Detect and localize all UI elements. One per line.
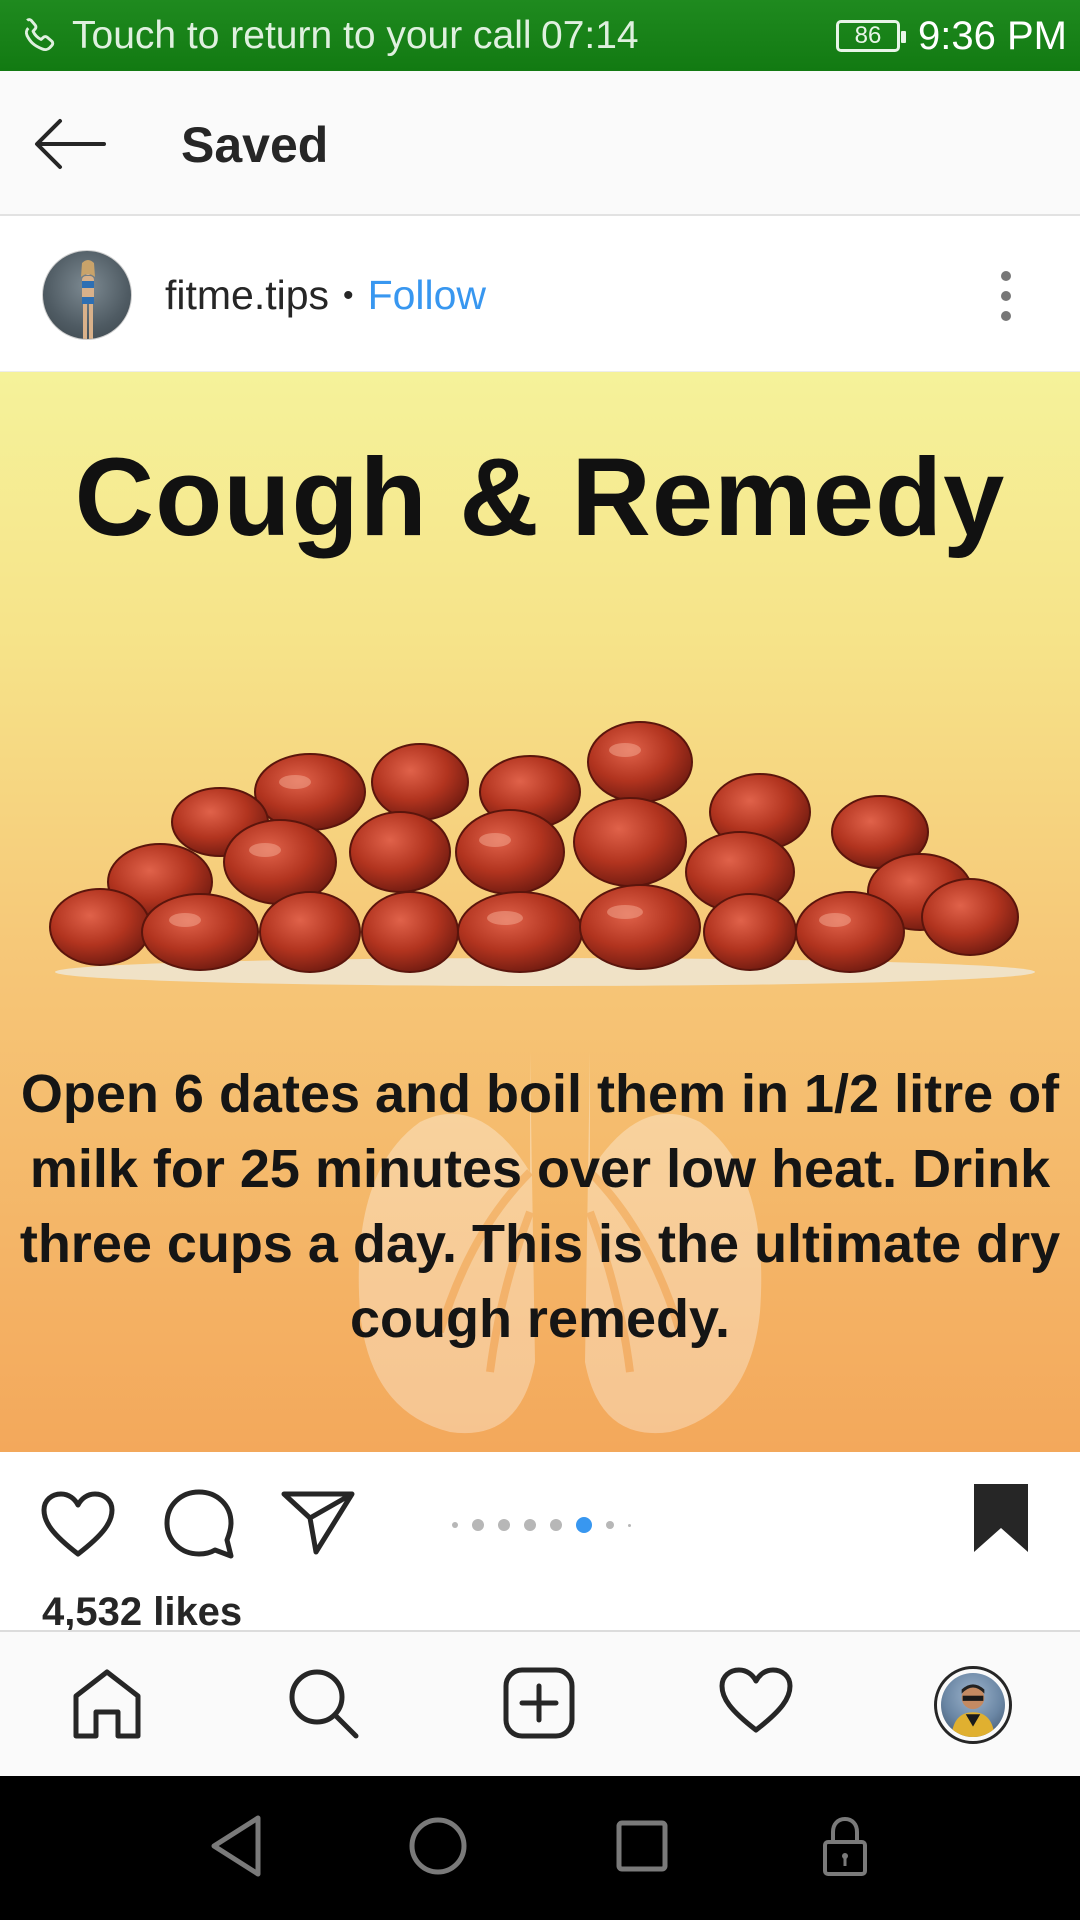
activity-heart-icon[interactable] xyxy=(718,1666,794,1736)
follow-button[interactable]: Follow xyxy=(368,272,486,319)
back-arrow-icon[interactable] xyxy=(30,111,110,177)
lock-icon[interactable] xyxy=(822,1814,868,1878)
username-separator: • xyxy=(343,278,354,312)
home-icon[interactable] xyxy=(70,1666,144,1740)
profile-person-icon xyxy=(951,1684,995,1737)
carousel-dot-active xyxy=(576,1517,592,1533)
carousel-dot xyxy=(524,1519,536,1531)
carousel-dot xyxy=(472,1519,484,1531)
profile-avatar-image xyxy=(941,1673,1005,1737)
return-to-call-text[interactable]: Touch to return to your call xyxy=(72,14,532,58)
dates-pile-illustration xyxy=(49,721,1035,986)
battery-icon: 86 xyxy=(836,20,906,52)
add-post-icon[interactable] xyxy=(502,1666,576,1740)
status-clock: 9:36 PM xyxy=(918,14,1067,58)
likes-count[interactable]: 4,532 likes xyxy=(42,1590,242,1635)
share-icon[interactable] xyxy=(280,1488,356,1556)
status-bar[interactable]: Touch to return to your call 07:14 86 9:… xyxy=(0,0,1080,71)
bookmark-icon[interactable] xyxy=(972,1482,1030,1554)
app-header: Saved xyxy=(0,71,1080,216)
post-header: fitme.tips • Follow xyxy=(0,216,1080,372)
username-row: fitme.tips • Follow xyxy=(165,272,486,319)
more-vertical-icon[interactable] xyxy=(998,268,1014,324)
system-navigation-bar xyxy=(0,1776,1080,1920)
carousel-dot xyxy=(452,1522,458,1528)
back-triangle-icon[interactable] xyxy=(208,1814,264,1878)
home-circle-icon[interactable] xyxy=(408,1814,468,1878)
post-username[interactable]: fitme.tips xyxy=(165,272,329,319)
comment-icon[interactable] xyxy=(163,1488,235,1560)
carousel-indicator xyxy=(452,1515,645,1535)
page-title: Saved xyxy=(181,117,329,173)
avatar-figure-icon xyxy=(81,260,95,339)
battery-level: 86 xyxy=(854,22,882,49)
profile-avatar[interactable] xyxy=(934,1666,1012,1744)
post-image[interactable]: Cough & Remedy Open 6 dates and boil the… xyxy=(0,372,1080,1452)
post-author-avatar[interactable] xyxy=(42,250,132,340)
carousel-dot xyxy=(606,1521,614,1529)
instagram-saved-post-screen: Touch to return to your call 07:14 86 9:… xyxy=(0,0,1080,1920)
phone-icon xyxy=(24,18,55,52)
call-timer: 07:14 xyxy=(541,14,639,57)
post-image-caption: Open 6 dates and boil them in 1/2 litre … xyxy=(19,1064,1061,1349)
search-icon[interactable] xyxy=(286,1666,360,1740)
carousel-dot xyxy=(498,1519,510,1531)
heart-icon[interactable] xyxy=(40,1490,116,1558)
carousel-dot xyxy=(550,1519,562,1531)
post-actions-bar xyxy=(0,1452,1080,1580)
recents-square-icon[interactable] xyxy=(614,1814,670,1878)
post-image-title: Cough & Remedy xyxy=(74,436,1006,559)
carousel-dot xyxy=(628,1523,631,1527)
bottom-navigation xyxy=(0,1630,1080,1776)
